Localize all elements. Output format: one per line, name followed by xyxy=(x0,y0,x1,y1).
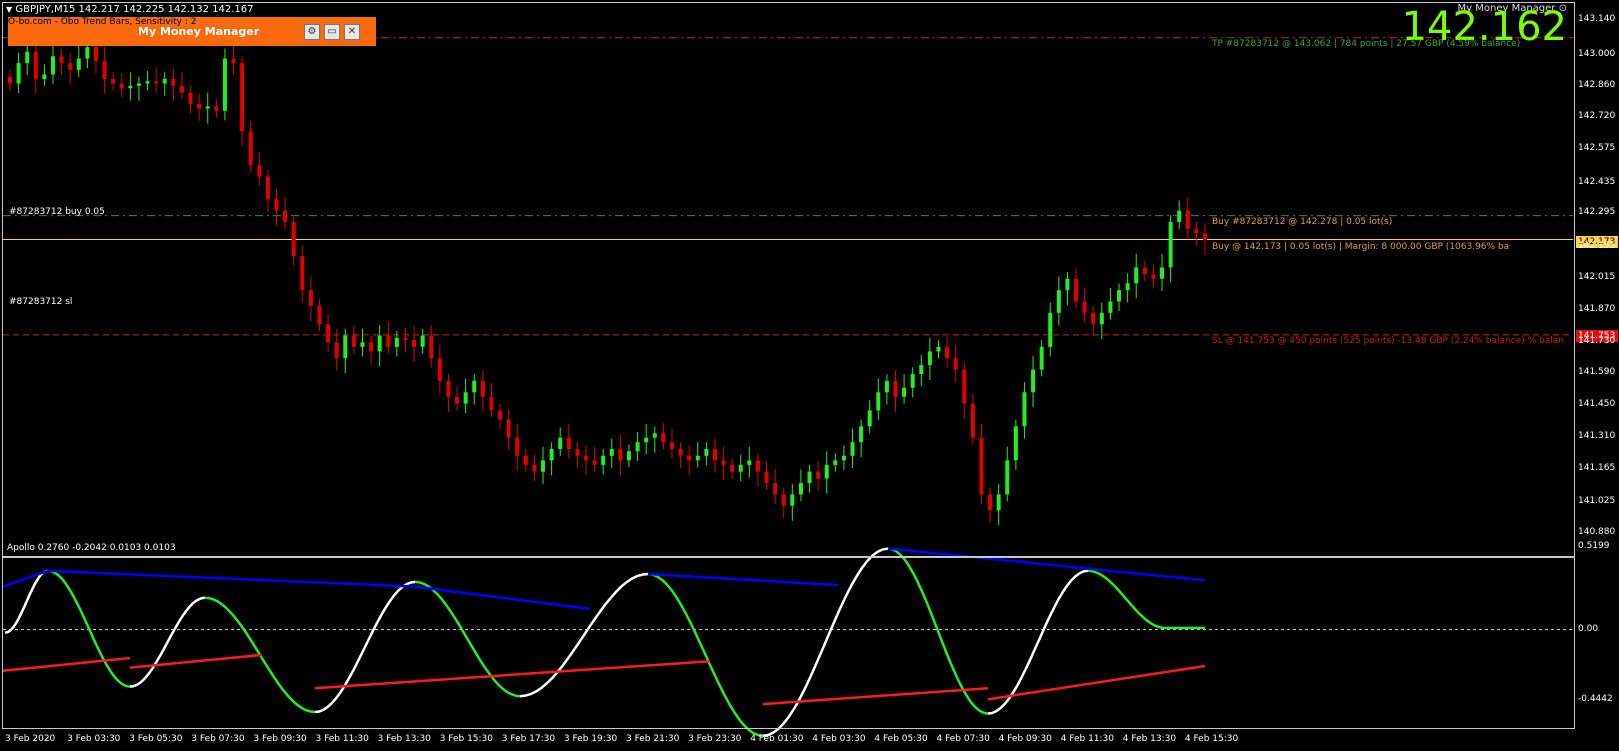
price-tick-label: 142.575 xyxy=(1578,143,1616,153)
indicator-tick-label: -0.4442 xyxy=(1578,694,1613,704)
indicator-label: Apollo 0.2760 -0.2042 0.0103 0.0103 xyxy=(7,543,176,553)
time-tick-label: 3 Feb 21:30 xyxy=(626,734,680,744)
price-tick-label: 141.730 xyxy=(1578,336,1616,346)
time-tick-label: 4 Feb 09:30 xyxy=(998,734,1052,744)
tp-info-text: TP #87283712 @ 143.062 | 784 points | 27… xyxy=(1212,39,1521,49)
chart-window: ▼ GBPJPY,M15 142.217 142.225 142.132 142… xyxy=(0,0,1619,751)
price-tick-label: 140.880 xyxy=(1578,527,1616,537)
indicator-tick-label: 0.5199 xyxy=(1578,541,1610,551)
restore-button[interactable]: ▭ xyxy=(324,24,340,40)
buy-info-text: Buy #87283712 @ 142.278 | 0.05 lot(s) xyxy=(1212,217,1393,227)
time-tick-label: 4 Feb 13:30 xyxy=(1122,734,1177,744)
chevron-down-icon[interactable]: ▼ xyxy=(6,5,12,14)
time-tick-label: 4 Feb 03:30 xyxy=(812,734,866,744)
price-tick-label: 141.025 xyxy=(1578,496,1616,506)
time-tick-label: 3 Feb 11:30 xyxy=(315,734,369,744)
price-tick-label: 143.000 xyxy=(1578,49,1616,59)
price-tick-label: 142.720 xyxy=(1578,111,1616,121)
price-tick-label: 142.155 xyxy=(1578,241,1616,251)
time-tick-label: 3 Feb 13:30 xyxy=(377,734,431,744)
time-tick-label: 3 Feb 05:30 xyxy=(129,734,183,744)
price-tick-label: 141.165 xyxy=(1578,463,1616,473)
time-tick-label: 4 Feb 11:30 xyxy=(1060,734,1115,744)
indicator-tick-label: 0.00 xyxy=(1578,624,1599,634)
price-tick-label: 142.015 xyxy=(1578,272,1616,282)
price-tick-label: 141.450 xyxy=(1578,399,1616,409)
time-tick-label: 3 Feb 23:30 xyxy=(688,734,742,744)
price-tick-label: 141.870 xyxy=(1578,304,1616,314)
close-button[interactable]: ✕ xyxy=(344,24,360,40)
time-tick-label: 4 Feb 15:30 xyxy=(1184,734,1239,744)
sl-order-label[interactable]: #87283712 sl xyxy=(9,297,72,307)
time-tick-label: 4 Feb 05:30 xyxy=(874,734,928,744)
price-tick-label: 142.295 xyxy=(1578,207,1616,217)
time-tick-label: 3 Feb 09:30 xyxy=(253,734,307,744)
symbol-header: ▼ GBPJPY,M15 142.217 142.225 142.132 142… xyxy=(6,4,254,16)
margin-info-text: Buy @ 142.173 | 0.05 lot(s) | Margin: 8 … xyxy=(1212,242,1510,252)
settings-button[interactable]: ⚙ xyxy=(304,24,320,40)
time-tick-label: 4 Feb 07:30 xyxy=(936,734,990,744)
buy-order-label[interactable]: #87283712 buy 0.05 xyxy=(9,207,105,217)
price-tick-label: 141.310 xyxy=(1578,431,1616,441)
price-tick-label: 141.590 xyxy=(1578,367,1616,377)
price-tick-label: 142.860 xyxy=(1578,80,1616,90)
sl-info-text: SL @ 141.753 @ 450 points (525 points) -… xyxy=(1212,336,1564,346)
time-tick-label: 3 Feb 03:30 xyxy=(67,734,121,744)
time-tick-label: 3 Feb 19:30 xyxy=(563,734,618,744)
panel-title: My Money Manager xyxy=(138,25,260,38)
time-tick-label: 4 Feb 01:30 xyxy=(750,734,804,744)
indicator-frame xyxy=(2,557,1575,729)
money-manager-panel[interactable]: O-bo.com - Obo Trend Bars, Sensitivity :… xyxy=(8,17,376,46)
time-tick-label: 3 Feb 15:30 xyxy=(439,734,494,744)
price-tick-label: 142.435 xyxy=(1578,177,1616,187)
main-chart-frame xyxy=(2,2,1575,557)
price-tick-label: 143.140 xyxy=(1578,14,1616,24)
time-tick-label: 3 Feb 2020 xyxy=(5,734,56,744)
time-tick-label: 3 Feb 07:30 xyxy=(191,734,245,744)
time-tick-label: 3 Feb 17:30 xyxy=(501,734,556,744)
symbol-ohlc-text: GBPJPY,M15 142.217 142.225 142.132 142.1… xyxy=(15,4,254,15)
